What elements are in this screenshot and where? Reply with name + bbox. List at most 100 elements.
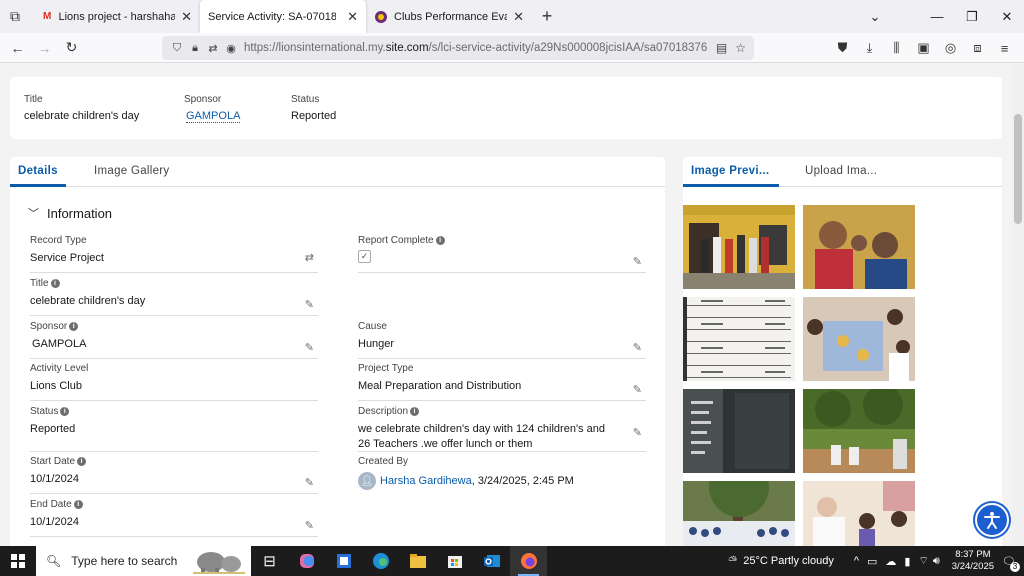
edit-pencil-icon[interactable]: ✎ — [305, 476, 314, 489]
edit-pencil-icon[interactable]: ✎ — [633, 255, 642, 268]
meet-now-icon[interactable]: ▭ — [867, 555, 877, 568]
info-icon[interactable]: i — [50, 279, 60, 288]
sponsor-label: Sponsor — [184, 94, 222, 105]
gallery-image[interactable] — [683, 205, 795, 289]
tab-image-preview[interactable]: Image Previ... — [683, 157, 779, 187]
field-report-complete: Report Complete i ✓ ✎ — [358, 235, 646, 273]
gallery-image[interactable] — [803, 481, 915, 546]
lions-logo-icon — [374, 10, 388, 24]
edit-pencil-icon[interactable]: ✎ — [305, 341, 314, 354]
browser-tab-clubs[interactable]: Clubs Performance Evaluation S ✕ — [366, 0, 532, 33]
windows-start-icon[interactable] — [0, 546, 36, 576]
field-created-by: Created By 👤︎ Harsha Gardihewa, 3/24/2025… — [358, 456, 646, 494]
edge-icon[interactable] — [362, 546, 399, 576]
change-record-type-icon[interactable]: ⇄ — [305, 251, 314, 264]
weather-text[interactable]: 25°C Partly cloudy — [743, 555, 834, 567]
info-icon[interactable]: i — [410, 407, 420, 416]
notification-icon[interactable]: 🗨︎ 3 — [1002, 555, 1020, 572]
weather-icon[interactable]: ⛅︎ — [728, 555, 737, 568]
browser-tab-gmail[interactable]: M Lions project - harshahas@gma ✕ — [34, 0, 200, 33]
cloud-icon[interactable]: ☁︎ — [885, 555, 896, 568]
accessibility-icon[interactable] — [975, 503, 1009, 537]
created-by-user-link[interactable]: Harsha Gardihewa — [380, 475, 472, 487]
url-bar[interactable]: ⛉ 🔒︎ ⇄ ◉ https://lionsinternational.my.s… — [162, 36, 754, 60]
lock-icon[interactable]: 🔒︎ — [186, 42, 204, 55]
reader-view-icon[interactable]: ▤ — [716, 41, 727, 55]
tab-details[interactable]: Details — [10, 157, 66, 187]
permissions-icon[interactable]: ⇄ — [204, 42, 222, 55]
field-sponsor: Sponsor i GAMPOLA ✎ — [30, 321, 318, 359]
pocket-icon[interactable]: ⛊ — [829, 40, 856, 56]
image-tabs: Image Previ... Upload Ima... — [683, 157, 1002, 187]
restore-icon[interactable]: ❐ — [955, 0, 989, 33]
field-end-date: End Date i 10/1/2024 ✎ — [30, 499, 318, 537]
microsoft-store-icon[interactable] — [436, 546, 473, 576]
page-scrollbar[interactable] — [1012, 64, 1024, 546]
field-title: Title i celebrate children's day ✎ — [30, 278, 318, 316]
firefox-icon[interactable] — [510, 546, 547, 576]
edit-pencil-icon[interactable]: ✎ — [633, 383, 642, 396]
copilot-icon[interactable] — [288, 546, 325, 576]
avatar: 👤︎ — [358, 472, 376, 490]
info-icon[interactable]: i — [77, 457, 87, 466]
gallery-image[interactable] — [683, 389, 795, 473]
download-icon[interactable]: ⤓ — [856, 40, 883, 56]
reload-icon[interactable]: ↻ — [58, 33, 85, 63]
clock[interactable]: 8:37 PM 3/24/2025 — [952, 549, 994, 573]
scrollbar-thumb[interactable] — [1014, 114, 1022, 224]
report-complete-checkbox[interactable]: ✓ — [358, 250, 371, 263]
app-icon[interactable] — [325, 546, 362, 576]
new-tab-icon[interactable]: + — [532, 0, 562, 33]
field-cause: Cause Hunger ✎ — [358, 321, 646, 359]
chevron-down-icon[interactable]: ⌄ — [858, 0, 892, 33]
edit-pencil-icon[interactable]: ✎ — [305, 519, 314, 532]
extensions-icon[interactable]: ⧈ — [964, 40, 991, 56]
location-icon[interactable]: ◉ — [222, 42, 240, 55]
edit-pencil-icon[interactable]: ✎ — [305, 298, 314, 311]
account-icon[interactable]: ◎ — [937, 40, 964, 56]
tab-image-gallery[interactable]: Image Gallery — [86, 157, 177, 187]
back-arrow-icon[interactable]: ← — [4, 33, 31, 63]
chevron-up-icon[interactable]: ^ — [854, 555, 859, 567]
edit-pencil-icon[interactable]: ✎ — [633, 341, 642, 354]
sidebar-icon[interactable]: ▣ — [910, 40, 937, 56]
shield-icon[interactable]: ⛉ — [168, 42, 186, 55]
gallery-image[interactable] — [803, 389, 915, 473]
minimize-icon[interactable]: — — [920, 0, 954, 33]
volume-icon[interactable]: 🔊︎ — [933, 555, 940, 568]
info-icon[interactable]: i — [435, 236, 445, 245]
field-start-date: Start Date i 10/1/2024 ✎ — [30, 456, 318, 494]
tab-list-icon[interactable]: ⧉ — [0, 0, 30, 33]
gallery-image[interactable] — [803, 205, 915, 289]
info-icon[interactable]: i — [73, 500, 83, 509]
forward-arrow-icon[interactable]: → — [31, 33, 58, 63]
outlook-icon[interactable] — [473, 546, 510, 576]
close-window-icon[interactable]: ✕ — [990, 0, 1024, 33]
bookmark-star-icon[interactable]: ☆ — [735, 41, 746, 55]
navigation-bar: ← → ↻ ⛉ 🔒︎ ⇄ ◉ https://lionsinternationa… — [0, 33, 1024, 63]
menu-icon[interactable]: ≡ — [991, 41, 1018, 56]
library-icon[interactable]: ⫼ — [883, 40, 910, 56]
sponsor-link[interactable]: GAMPOLA — [186, 110, 241, 123]
task-view-icon[interactable]: ⊟ — [251, 546, 288, 576]
gallery-image[interactable] — [803, 297, 915, 381]
tab-upload-image[interactable]: Upload Ima... — [797, 157, 885, 187]
page-content: Title celebrate children's day Sponsor G… — [0, 64, 1012, 546]
close-tab-icon[interactable]: ✕ — [507, 9, 524, 25]
info-icon[interactable]: i — [69, 322, 79, 331]
info-icon[interactable]: i — [60, 407, 70, 416]
information-section-header[interactable]: ﹀ Information — [28, 205, 112, 221]
battery-icon[interactable]: ▮ — [904, 555, 910, 568]
gallery-image[interactable] — [683, 297, 795, 381]
file-explorer-icon[interactable] — [399, 546, 436, 576]
network-icon[interactable]: ⌔ — [918, 554, 928, 568]
search-icon: 🔍︎ — [46, 554, 62, 568]
sponsor-link[interactable]: GAMPOLA — [32, 337, 318, 352]
status-label: Status — [291, 94, 320, 105]
browser-tab-service-activity[interactable]: Service Activity: SA-07018376 ✕ — [200, 0, 366, 33]
gallery-image[interactable] — [683, 481, 795, 546]
edit-pencil-icon[interactable]: ✎ — [633, 426, 642, 439]
taskbar-search-box[interactable]: 🔍︎ Type here to search — [36, 546, 251, 576]
close-tab-icon[interactable]: ✕ — [341, 9, 358, 25]
close-tab-icon[interactable]: ✕ — [175, 9, 192, 25]
